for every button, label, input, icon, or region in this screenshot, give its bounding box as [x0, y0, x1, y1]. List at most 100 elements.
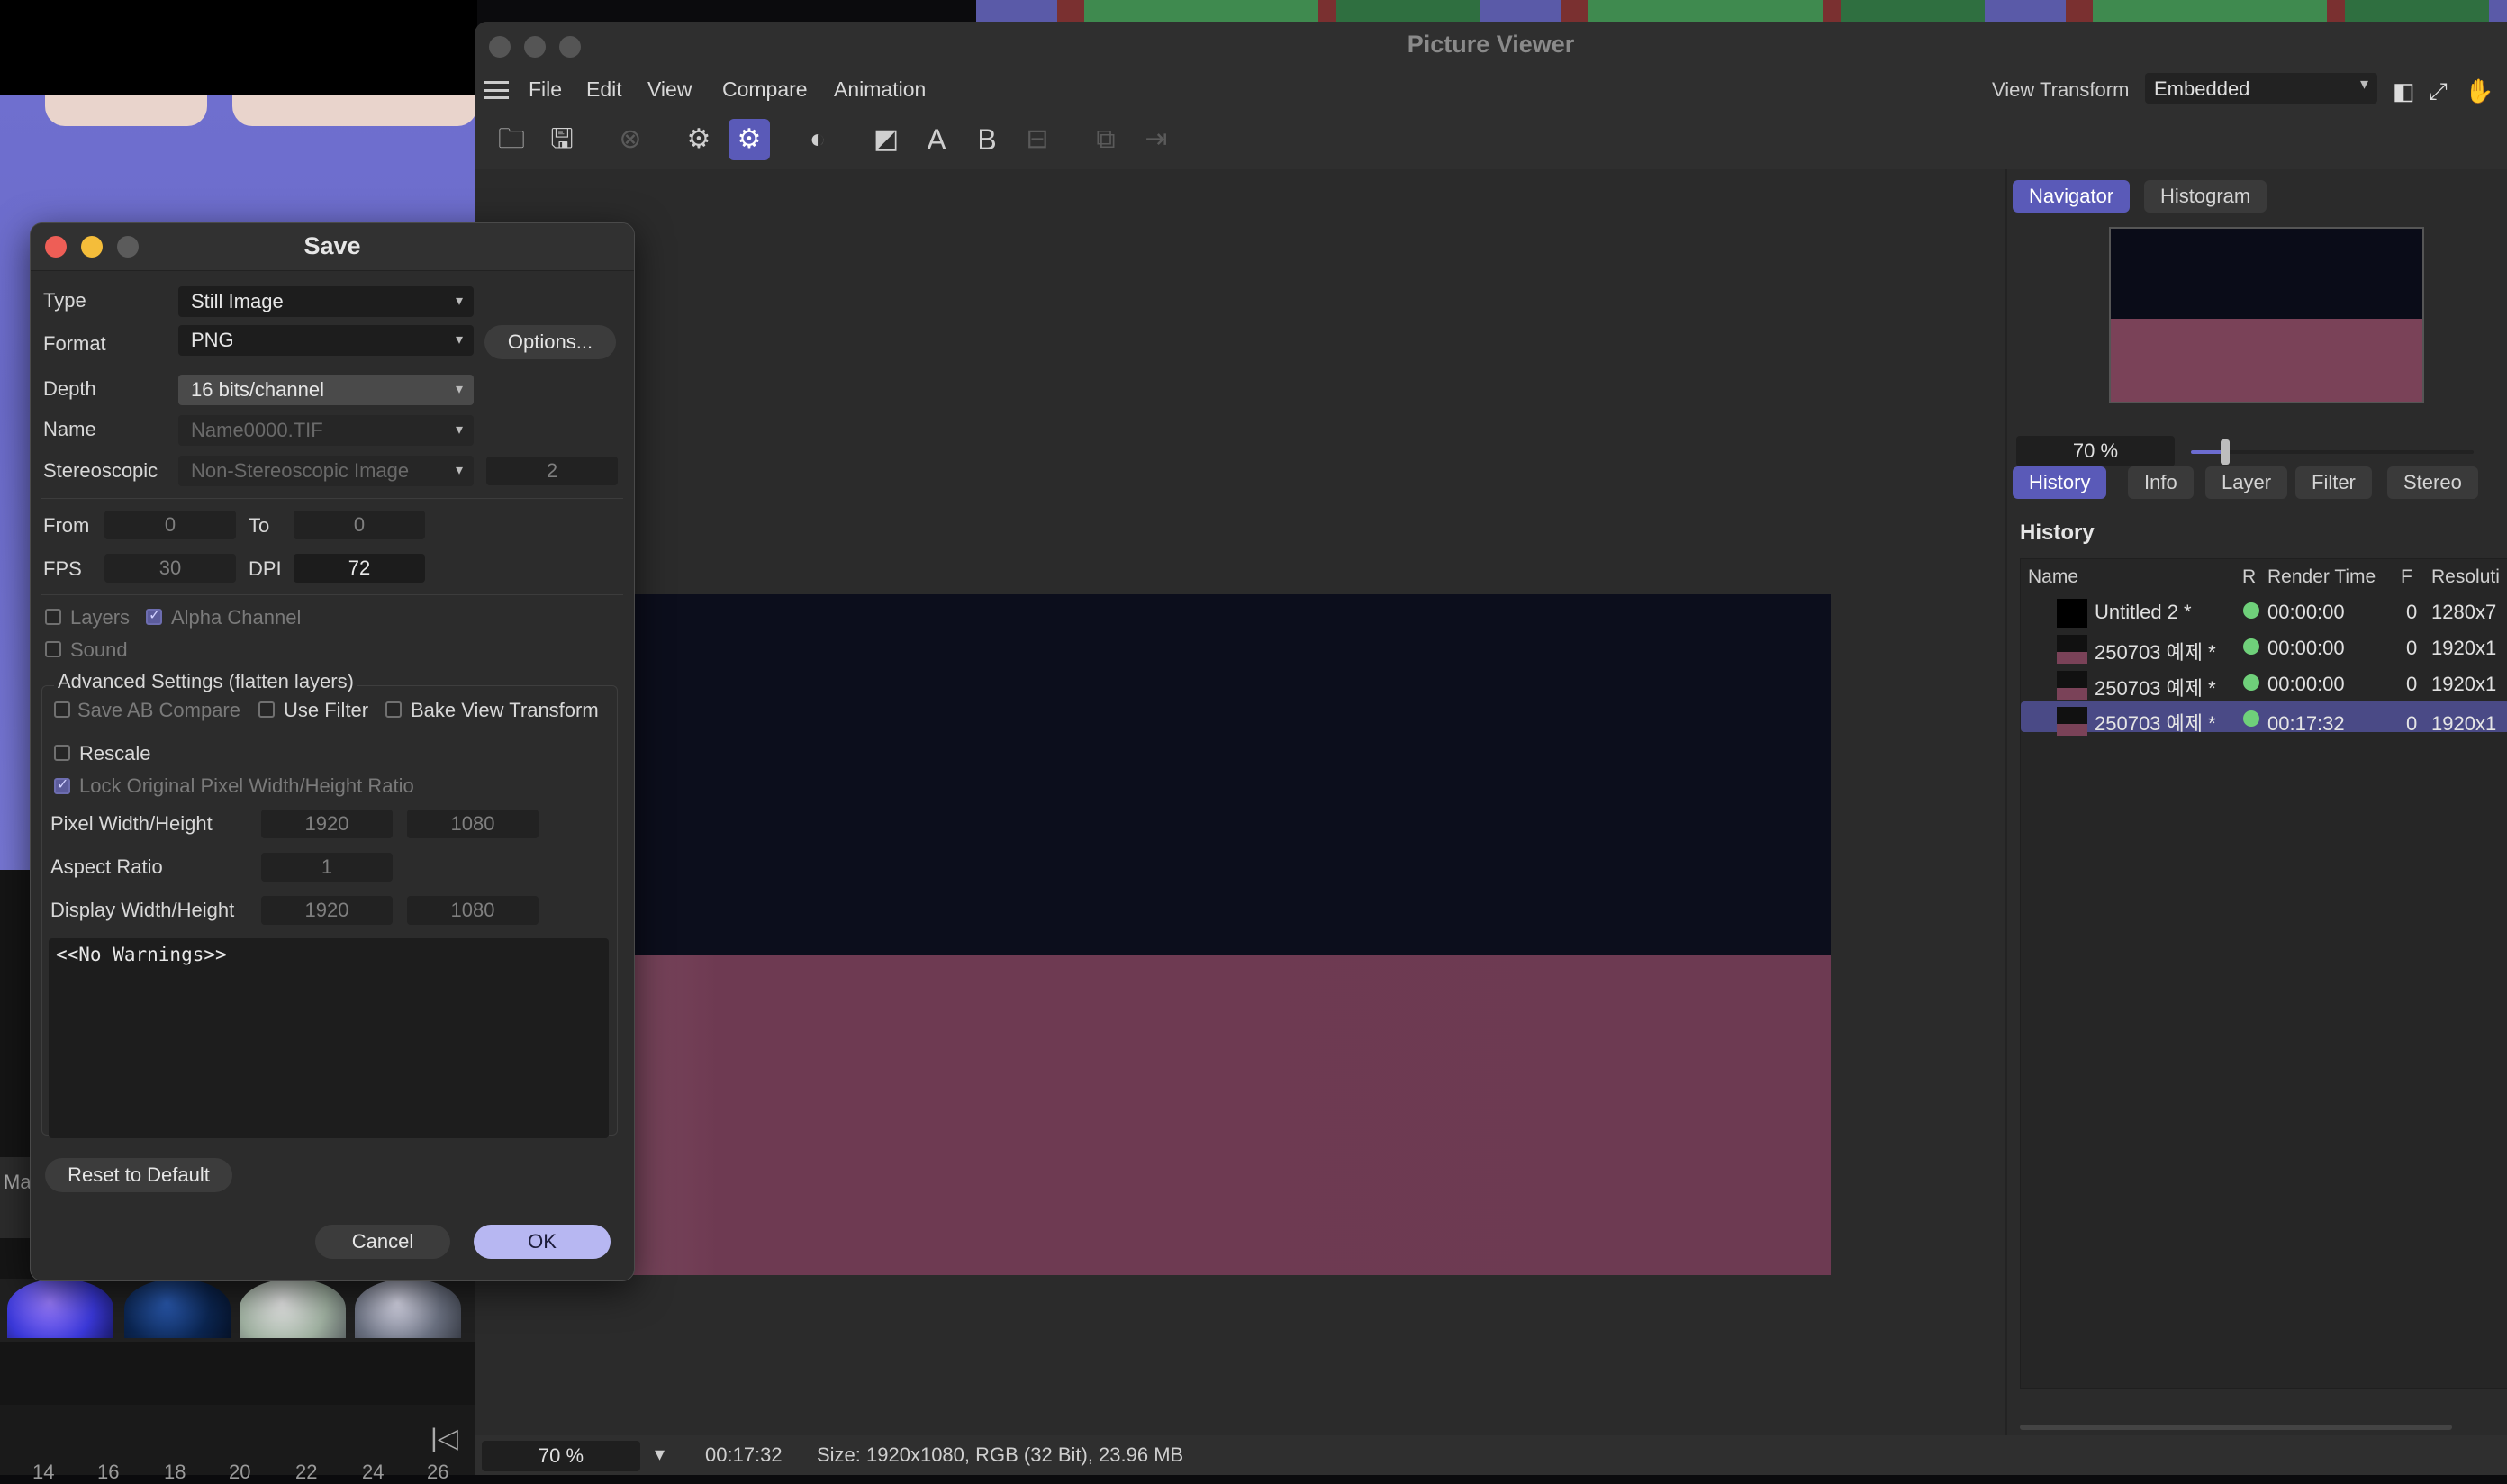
stereoscopic-label: Stereoscopic [43, 459, 158, 482]
pixel-height-field[interactable]: 1080 [407, 810, 539, 838]
layer-copy-icon[interactable]: ⧉ [1085, 119, 1127, 160]
column-header-resolution[interactable]: Resoluti [2431, 566, 2500, 588]
zoom-slider[interactable] [2191, 439, 2474, 465]
detach-icon[interactable]: ⤢ [2429, 77, 2448, 106]
advanced-settings-label: Advanced Settings (flatten layers) [54, 670, 357, 693]
history-table[interactable]: Name R Render Time F Resoluti Untitled 2… [2020, 558, 2507, 1389]
a-icon[interactable]: A [916, 119, 957, 160]
zoom-field[interactable]: 70 % [2016, 436, 2175, 466]
material-thumbnail[interactable] [124, 1279, 231, 1338]
hamburger-icon[interactable] [484, 81, 509, 99]
swap-icon[interactable]: ⊟ [1017, 119, 1058, 160]
view-transform-select[interactable]: Embedded ▾ [2145, 73, 2377, 104]
use-filter-checkbox[interactable] [258, 701, 275, 718]
ab-compare-icon[interactable]: ◩ [865, 119, 907, 160]
chevron-down-icon: ▾ [455, 382, 463, 397]
from-field[interactable]: 0 [104, 511, 236, 539]
tab-layer[interactable]: Layer [2205, 466, 2288, 499]
render-sky [475, 594, 1831, 955]
tab-history[interactable]: History [2013, 466, 2107, 499]
menu-compare[interactable]: Compare [722, 77, 808, 102]
aspect-ratio-field[interactable]: 1 [261, 853, 393, 882]
table-row[interactable]: 250703 예제 * 00:00:00 0 1920x1 [2021, 629, 2507, 665]
tab-filter[interactable]: Filter [2295, 466, 2372, 499]
divider [41, 594, 623, 595]
pixel-width-field[interactable]: 1920 [261, 810, 393, 838]
to-field[interactable]: 0 [294, 511, 425, 539]
row-name: Untitled 2 * [2095, 601, 2192, 623]
lock-ratio-checkbox[interactable] [54, 775, 70, 794]
stereoscopic-select[interactable]: Non-Stereoscopic Image ▾ [178, 456, 474, 486]
options-button[interactable]: Options... [484, 325, 616, 359]
contrast-icon[interactable]: ◐ [797, 119, 838, 160]
column-header-f[interactable]: F [2401, 566, 2412, 588]
rescale-checkbox[interactable] [54, 745, 70, 761]
image-canvas[interactable] [475, 169, 2005, 1435]
display-height-field[interactable]: 1080 [407, 896, 539, 925]
material-thumbnail[interactable] [240, 1279, 346, 1338]
navigator-thumbnail[interactable] [2109, 227, 2424, 403]
save-icon[interactable]: 🖫 [541, 119, 583, 160]
status-zoom-field[interactable]: 70 % [482, 1441, 640, 1471]
sound-checkbox[interactable] [45, 641, 61, 657]
row-name: 250703 예제 * [2095, 641, 2216, 664]
interactive-render-icon[interactable]: ⚙ [729, 119, 770, 160]
table-row-selected[interactable]: 250703 예제 * 00:17:32 0 1920x1 [2021, 701, 2507, 736]
region-render-icon[interactable]: ⚙ [678, 119, 720, 160]
tab-histogram[interactable]: Histogram [2144, 180, 2267, 213]
row-frame: 0 [2406, 712, 2418, 735]
chevron-down-icon[interactable]: ▾ [655, 1443, 665, 1466]
row-frame: 0 [2406, 637, 2418, 659]
single-view-icon[interactable]: ◧ [2393, 77, 2415, 105]
depth-select[interactable]: 16 bits/channel ▾ [178, 375, 474, 405]
type-select[interactable]: Still Image ▾ [178, 286, 474, 317]
column-header-name[interactable]: Name [2028, 566, 2078, 588]
from-label: From [43, 514, 90, 537]
bake-view-transform-checkbox[interactable] [385, 701, 402, 718]
ruler-tick: 20 [229, 1461, 251, 1483]
b-icon[interactable]: B [966, 119, 1008, 160]
dialog-title: Save [303, 232, 361, 259]
go-to-start-icon[interactable]: |◁ [430, 1423, 458, 1454]
save-ab-compare-label: Save AB Compare [77, 699, 240, 721]
menu-edit[interactable]: Edit [586, 77, 622, 102]
status-dot [2243, 602, 2259, 619]
material-thumbnail[interactable] [7, 1279, 113, 1338]
tab-stereo[interactable]: Stereo [2387, 466, 2478, 499]
toolbar: 🗀 🖫 ⊗ ⚙ ⚙ ◐ ◩ A B ⊟ ⧉ ⇥ [475, 112, 2507, 170]
reset-to-default-button[interactable]: Reset to Default [45, 1158, 232, 1192]
table-row[interactable]: 250703 예제 * 00:00:00 0 1920x1 [2021, 665, 2507, 701]
horizontal-scrollbar[interactable] [2020, 1425, 2452, 1430]
hand-icon[interactable]: ✋ [2465, 77, 2493, 105]
alpha-channel-checkbox[interactable] [146, 606, 162, 625]
stop-render-icon[interactable]: ⊗ [610, 119, 651, 160]
type-label: Type [43, 289, 86, 312]
menu-file[interactable]: File [529, 77, 562, 102]
cancel-button[interactable]: Cancel [315, 1225, 450, 1259]
material-thumbnail[interactable] [355, 1279, 461, 1338]
zoom-slider-handle[interactable] [2220, 439, 2230, 465]
dialog-title-bar: Save [31, 223, 634, 271]
use-filter-label: Use Filter [284, 699, 369, 721]
export-icon[interactable]: ⇥ [1136, 119, 1177, 160]
save-ab-compare-checkbox[interactable] [54, 701, 70, 718]
name-select[interactable]: Name0000.TIF ▾ [178, 415, 474, 446]
table-row[interactable]: Untitled 2 * 00:00:00 0 1280x7 [2021, 593, 2507, 629]
menu-view[interactable]: View [647, 77, 692, 102]
stereo-count-field[interactable]: 2 [486, 457, 618, 485]
layers-checkbox[interactable] [45, 609, 61, 625]
tab-navigator[interactable]: Navigator [2013, 180, 2131, 213]
window-title: Picture Viewer [1407, 31, 1575, 58]
display-width-field[interactable]: 1920 [261, 896, 393, 925]
dpi-field[interactable]: 72 [294, 554, 425, 583]
depth-value: 16 bits/channel [191, 378, 324, 401]
open-folder-icon[interactable]: 🗀 [491, 119, 532, 160]
fps-field[interactable]: 30 [104, 554, 236, 583]
column-header-r[interactable]: R [2242, 566, 2256, 588]
menu-animation[interactable]: Animation [834, 77, 926, 102]
tab-info[interactable]: Info [2128, 466, 2194, 499]
column-header-render-time[interactable]: Render Time [2267, 566, 2376, 588]
format-select[interactable]: PNG ▾ [178, 325, 474, 356]
ok-button[interactable]: OK [474, 1225, 611, 1259]
chevron-down-icon: ▾ [455, 332, 463, 348]
